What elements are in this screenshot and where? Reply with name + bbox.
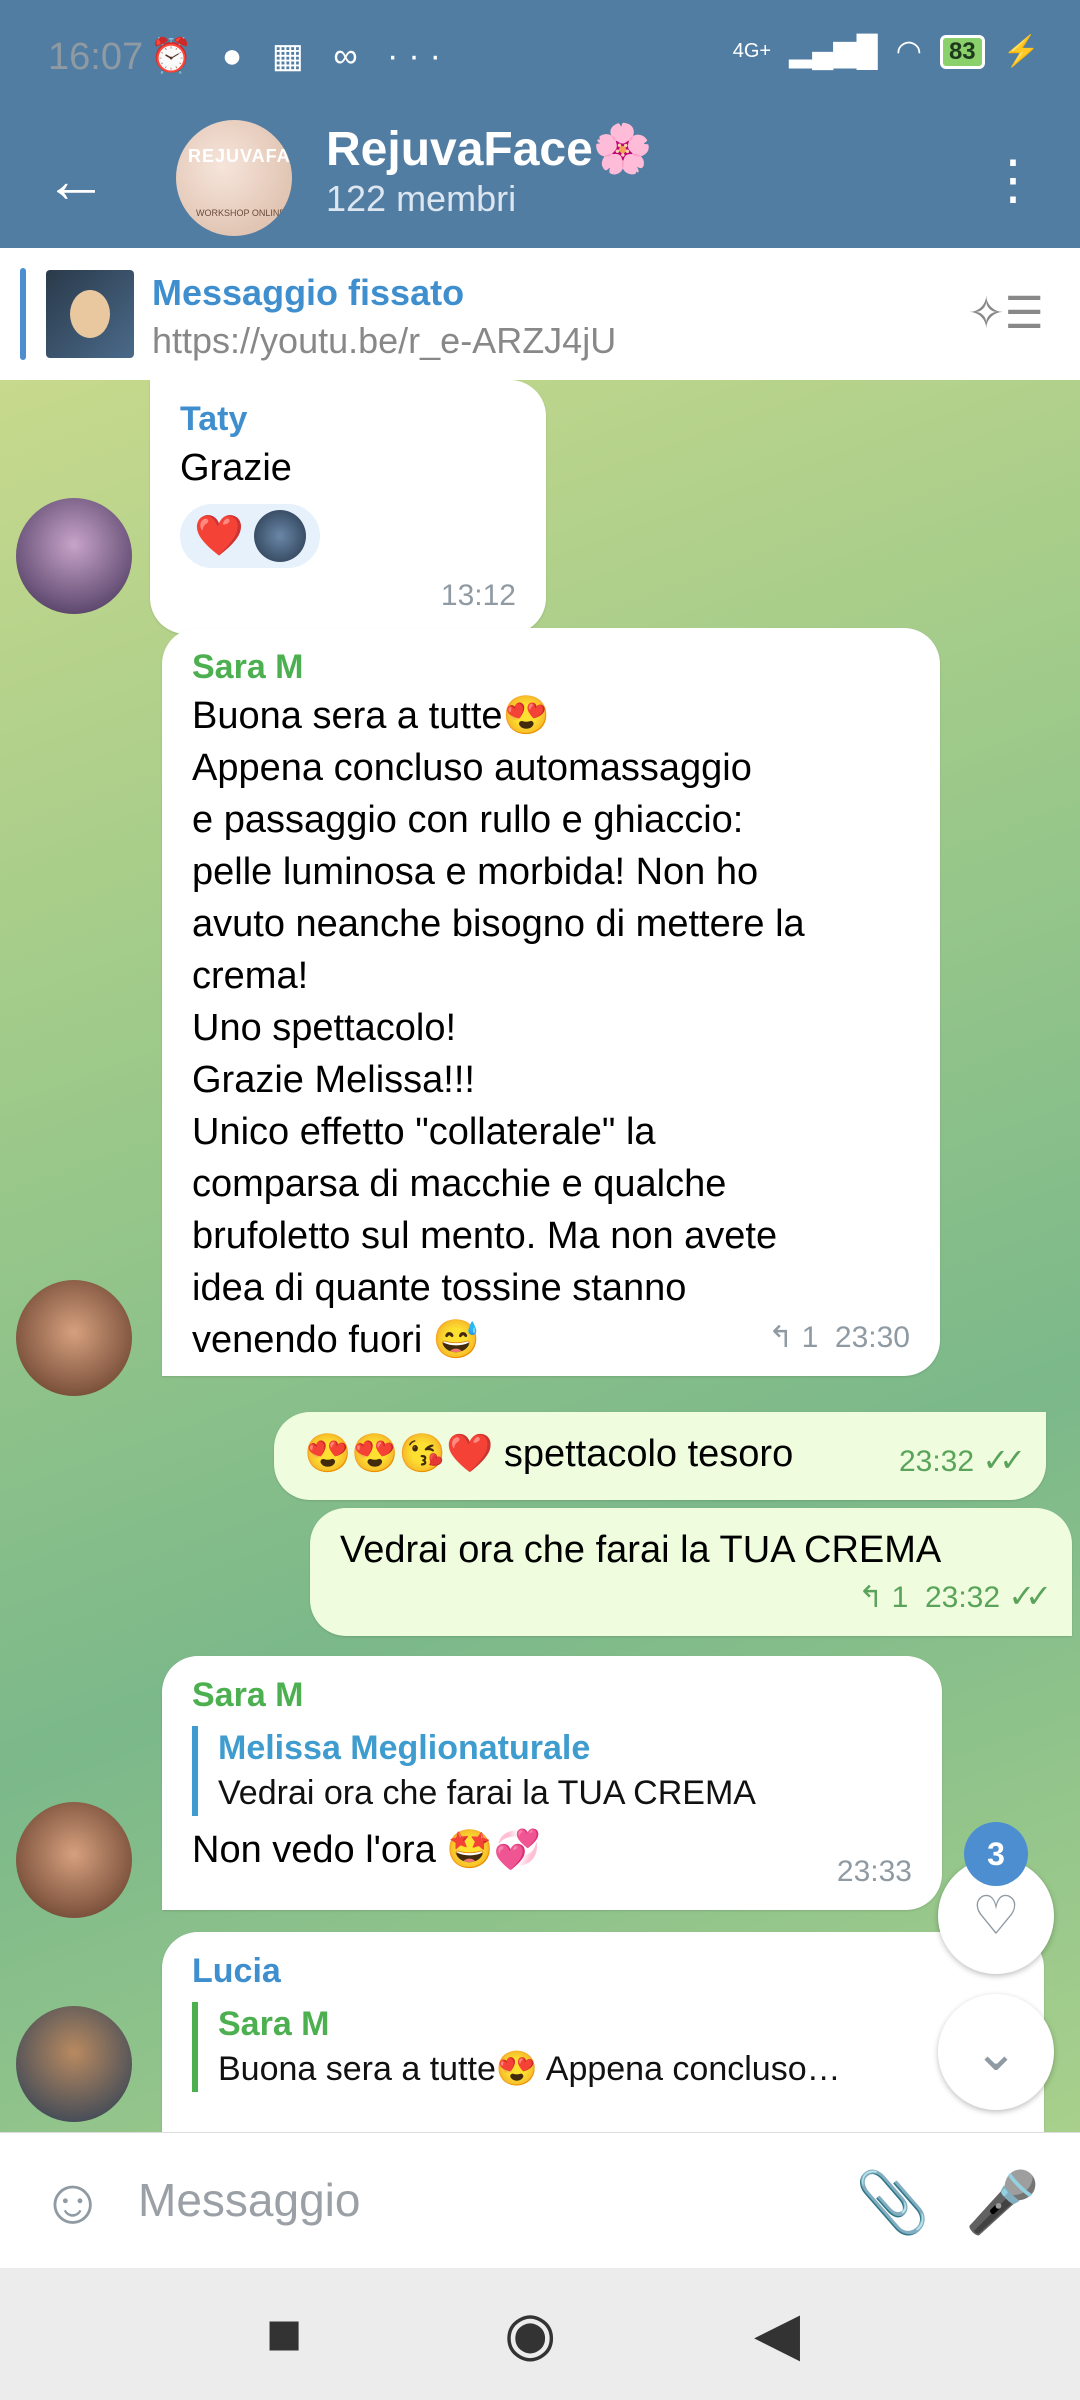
emoji-icon[interactable]: ☺ — [40, 2167, 105, 2235]
attach-icon[interactable]: 📎 — [855, 2167, 930, 2238]
avatar[interactable] — [16, 498, 132, 614]
message-line: Buona sera a tutte😍 — [192, 695, 550, 737]
outgoing-message-bubble[interactable]: Vedrai ora che farai la TUA CREMA ↰ 1 23… — [310, 1508, 1072, 1636]
charging-icon: ⚡ — [1002, 35, 1040, 68]
message-meta: 23:32 ✓✓ — [898, 1434, 1026, 1488]
avatar-logo-text: REJUVAFACE — [188, 146, 292, 166]
reply-author: Melissa Meglionaturale — [218, 1729, 591, 1767]
message-line: Unico effetto "collaterale" la — [192, 1111, 656, 1153]
reactor-avatar — [253, 510, 306, 562]
message-text: Grazie — [180, 447, 292, 489]
group-avatar[interactable]: REJUVAFACE WORKSHOP ONLINE — [176, 120, 292, 236]
message-text: Non vedo l'ora 🤩💞 — [192, 1829, 542, 1871]
sender-name: Sara M — [192, 648, 304, 686]
message-line: pelle luminosa e morbida! Non ho — [192, 851, 759, 893]
pinned-indicator — [20, 268, 26, 360]
message-list[interactable]: Taty Grazie ❤️ 13:12 Sara M Buona sera a… — [0, 380, 1080, 2132]
message-time: 23:33 — [836, 1855, 912, 1888]
unread-badge: 3 — [964, 1822, 1028, 1886]
read-checks-icon: ✓✓ — [1008, 1578, 1052, 1614]
message-line: Grazie Melissa!!! — [192, 1059, 475, 1101]
signal-icon: ▂▄▆█ — [789, 35, 878, 68]
pinned-list-icon[interactable]: ✧☰ — [968, 288, 1044, 339]
message-text: Vedrai ora che farai la TUA CREMA — [340, 1529, 942, 1571]
message-line: e passaggio con rullo e ghiaccio: — [192, 799, 744, 841]
message-bubble[interactable]: Sara M Buona sera a tutte😍 Appena conclus… — [162, 628, 940, 1376]
back-icon[interactable]: ◀ — [754, 2302, 800, 2366]
microphone-icon[interactable]: 🎤 — [965, 2167, 1040, 2238]
message-line: Appena concluso automassaggio — [192, 747, 752, 789]
avatar[interactable] — [16, 1802, 132, 1918]
pinned-link[interactable]: https://youtu.be/r_e-ARZJ4jU — [152, 320, 616, 362]
pinned-message[interactable]: Messaggio fissato https://youtu.be/r_e-A… — [0, 248, 1080, 382]
member-count: 122 membri — [326, 178, 517, 219]
avatar[interactable] — [16, 2006, 132, 2122]
sender-name: Taty — [180, 400, 248, 438]
message-bubble[interactable]: Lucia Sara M Buona sera a tutte😍 Appena … — [162, 1932, 1044, 2132]
battery-icon: 83 — [939, 34, 985, 69]
wifi-icon: ◠ — [895, 35, 922, 68]
recents-icon[interactable]: ■ — [266, 2302, 302, 2366]
status-time: 16:07 — [48, 36, 144, 78]
sender-name: Sara M — [192, 1676, 304, 1714]
status-right: 4G+ ▂▄▆█ ◠ 83 ⚡ — [733, 34, 1040, 69]
message-text: 😍😍😘❤️ spettacolo tesoro — [304, 1433, 794, 1475]
avatar[interactable] — [16, 1280, 132, 1396]
sender-name: Lucia — [192, 1952, 281, 1990]
reply-quote[interactable]: Melissa Meglionaturale Vedrai ora che fa… — [192, 1726, 912, 1816]
home-icon[interactable]: ◉ — [504, 2302, 556, 2366]
outgoing-message-bubble[interactable]: 😍😍😘❤️ spettacolo tesoro 23:32 ✓✓ — [274, 1412, 1046, 1500]
scroll-down-button[interactable]: ⌄ — [938, 1994, 1054, 2110]
chat-header: ← REJUVAFACE WORKSHOP ONLINE RejuvaFace🌸… — [0, 120, 1080, 248]
chat-title[interactable]: RejuvaFace🌸 — [326, 120, 653, 177]
message-meta: ↰ 1 23:30 — [768, 1312, 910, 1364]
message-line: comparsa di macchie e qualche — [192, 1163, 727, 1205]
network-label: 4G+ — [732, 40, 772, 62]
message-time: 23:32 — [924, 1581, 1001, 1614]
reply-text: Vedrai ora che farai la TUA CREMA — [218, 1774, 756, 1812]
heart-icon: ♡ — [971, 1886, 1021, 1946]
reply-author: Sara M — [218, 2005, 330, 2043]
message-line: crema! — [192, 955, 309, 997]
message-input-bar: ☺ Messaggio 📎 🎤 — [0, 2132, 1080, 2269]
message-line: brufoletto sul mento. Ma non avete — [192, 1215, 778, 1257]
message-time: 13:12 — [440, 579, 516, 612]
message-meta: ↰ 1 23:32 ✓✓ — [858, 1570, 1052, 1624]
reply-text: Buona sera a tutte😍 Appena concluso… — [218, 2050, 841, 2088]
message-time: 23:32 — [898, 1445, 975, 1478]
pinned-thumbnail — [46, 270, 134, 358]
reaction-chip[interactable]: ❤️ — [180, 504, 320, 568]
message-line: avuto neanche bisogno di mettere la — [192, 903, 805, 945]
message-input[interactable]: Messaggio — [138, 2173, 360, 2227]
message-line: idea di quante tossine stanno — [192, 1267, 687, 1309]
status-bar: 16:07 ⏰ ● ▦ ∞ ··· 4G+ ▂▄▆█ ◠ 83 ⚡ — [0, 0, 1080, 120]
notification-icons: ⏰ ● ▦ ∞ ··· — [150, 37, 451, 75]
reply-quote[interactable]: Sara M Buona sera a tutte😍 Appena conclu… — [192, 2002, 1014, 2092]
message-bubble[interactable]: Taty Grazie ❤️ 13:12 — [150, 380, 546, 634]
system-nav-bar: ■ ◉ ◀ — [0, 2268, 1080, 2400]
avatar-sub-text: WORKSHOP ONLINE — [196, 208, 286, 218]
reaction-emoji: ❤️ — [194, 514, 244, 558]
more-menu-icon[interactable]: ⋮ — [986, 140, 1040, 220]
pinned-title: Messaggio fissato — [152, 272, 465, 313]
message-bubble[interactable]: Sara M Melissa Meglionaturale Vedrai ora… — [162, 1656, 942, 1910]
reply-count[interactable]: ↰ 1 — [858, 1581, 908, 1614]
chevron-down-icon: ⌄ — [973, 2022, 1019, 2082]
message-time: 23:30 — [834, 1321, 910, 1354]
reply-count[interactable]: ↰ 1 — [768, 1321, 818, 1354]
message-line: Uno spettacolo! — [192, 1007, 457, 1049]
back-arrow-icon[interactable]: ← — [44, 140, 108, 220]
message-text: Buona sera a tutte😍 Appena concluso autom… — [192, 690, 910, 1366]
read-checks-icon: ✓✓ — [982, 1442, 1026, 1478]
